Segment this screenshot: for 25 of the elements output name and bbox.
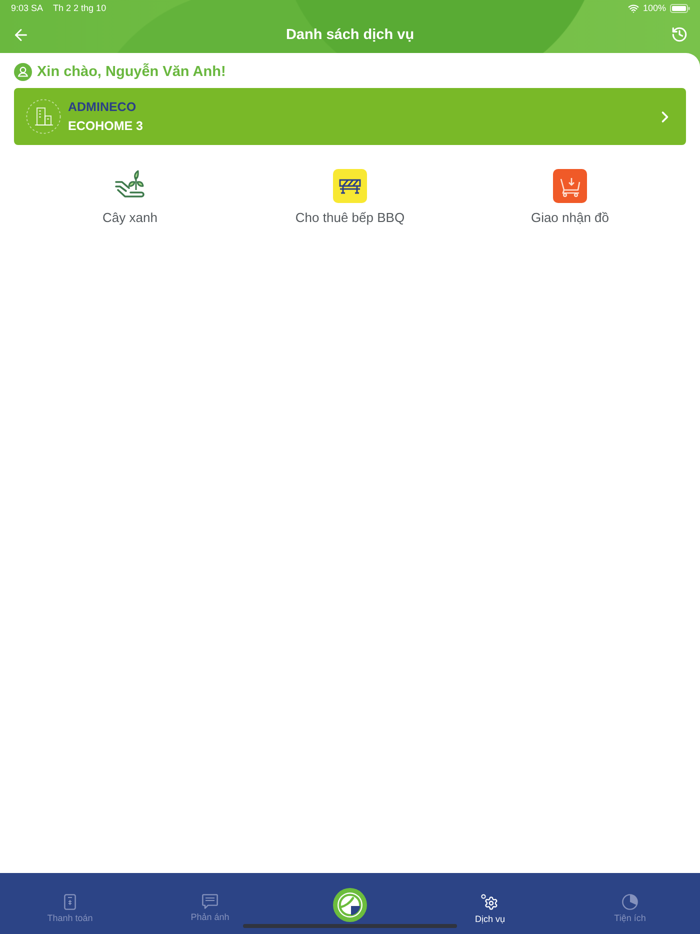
service-item[interactable]: Cho thuê bếp BBQ [295,169,405,226]
history-button[interactable] [670,26,688,44]
project-card[interactable]: ADMINECO ECOHOME 3 [14,88,686,145]
app-logo-icon [333,888,367,922]
user-avatar-icon [14,63,32,81]
tab-item[interactable]: Dịch vụ [420,873,560,934]
delivery-cart-icon [552,169,587,203]
status-date: Th 2 2 thg 10 [53,2,106,14]
barrier-icon [332,169,367,203]
service-item[interactable]: Giao nhận đồ [530,169,610,226]
battery-percentage: 100% [642,2,666,14]
message-icon [202,894,218,909]
pie-chart-icon [622,894,638,910]
wifi-icon [628,2,639,14]
status-time: 9:03 SA [11,2,44,14]
receipt-icon [64,894,76,910]
screen-title: Danh sách dịch vụ [286,26,414,42]
greeting-text: Xin chào, Nguyễn Văn Anh! [37,64,226,80]
battery-icon [670,4,690,12]
history-icon [671,26,688,43]
building-name: ECOHOME 3 [68,119,144,133]
settings-icon [481,894,499,911]
building-icon [26,99,61,134]
company-name: ADMINECO [68,100,136,114]
service-item[interactable]: Cây xanh [102,169,158,226]
